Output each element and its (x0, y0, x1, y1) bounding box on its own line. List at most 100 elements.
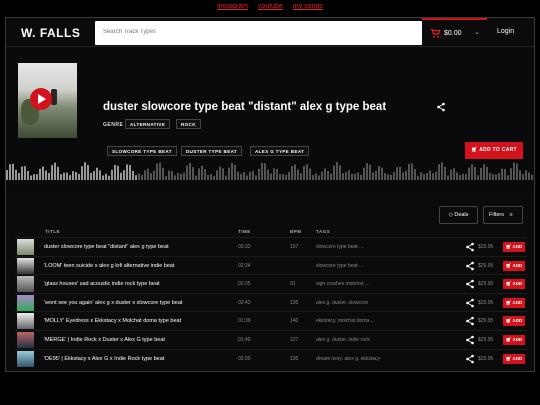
share-icon[interactable] (465, 354, 475, 364)
track-tags: alex g. duster. indie rock (316, 337, 370, 343)
track-thumbnail[interactable] (17, 294, 34, 311)
track-title[interactable]: 'glass houses' sad acoustic indie rock t… (44, 281, 160, 287)
col-time: TIME (238, 229, 251, 234)
cart-icon: 🛒︎ (505, 355, 513, 361)
filters-button[interactable]: Filters ≡ (483, 206, 523, 224)
track-time: 01:49 (238, 337, 251, 343)
track-time: 02:05 (238, 281, 251, 288)
add-button[interactable]: 🛒︎ ADD (503, 316, 525, 327)
add-label: ADD (512, 337, 523, 342)
cart-icon: 🛒︎ (505, 337, 513, 342)
track-price: $29.95 (478, 262, 494, 269)
track-price: $29.95 (478, 299, 494, 306)
share-icon[interactable] (465, 261, 475, 271)
share-icon[interactable] (465, 279, 475, 289)
add-button[interactable]: 🛒︎ ADD (503, 297, 525, 308)
share-icon[interactable] (465, 335, 475, 345)
col-tags: TAGS (316, 229, 331, 234)
share-icon[interactable] (465, 316, 475, 326)
track-thumbnail[interactable] (17, 313, 34, 330)
track-tags: sign crushes motorist ... (316, 281, 369, 288)
genre-label: GENRE (103, 122, 124, 128)
link-youtube[interactable]: youtube (258, 3, 283, 10)
track-title[interactable]: 'LOOM' teen suicide x alex g lofi altern… (44, 263, 175, 269)
track-thumbnail[interactable] (17, 239, 34, 255)
filter-icon: ≡ (509, 212, 513, 218)
track-thumbnail[interactable] (17, 276, 34, 293)
track-tags: alex g. duster. slowcore (316, 299, 369, 306)
filters-label: Filters (489, 212, 504, 218)
cart-button[interactable]: $0.00 ⌄ (422, 18, 487, 47)
track-title[interactable]: 'MOLLY' Eyedress x Ekkstacy x Molchat do… (44, 318, 181, 324)
share-icon[interactable] (436, 102, 446, 112)
add-button[interactable]: 🛒︎ ADD (503, 353, 525, 364)
track-title[interactable]: 'MERGE' | Indie Rock x Duster x Alex G t… (44, 337, 165, 343)
track-bpm: 135 (290, 299, 299, 306)
track-tags: dream ivory. alex g. ekkstacy (316, 355, 381, 362)
table-row[interactable]: 'MOLLY' Eyedress x Ekkstacy x Molchat do… (15, 311, 527, 330)
link-instagram[interactable]: instagram (217, 3, 248, 10)
tag-alex-g[interactable]: ALEX G TYPE BEAT (250, 146, 310, 156)
page: instagram youtube my songs W. FALLS $0.0… (0, 0, 540, 405)
track-time: 01:39 (238, 318, 251, 325)
track-time: 02:00 (238, 355, 251, 362)
search-input[interactable] (103, 29, 403, 35)
waveform[interactable] (6, 158, 534, 180)
genre-tag-rock[interactable]: ROCK (176, 119, 201, 129)
featured-title: duster slowcore type beat "distant" alex… (103, 101, 387, 113)
track-title[interactable]: 'DE95' | Ekkstacy x Alex G x Indie Rock … (44, 356, 164, 362)
login-link[interactable]: Login (497, 28, 514, 35)
add-button[interactable]: 🛒︎ ADD (503, 242, 525, 252)
col-bpm: BPM (290, 229, 302, 234)
add-button[interactable]: 🛒︎ ADD (503, 260, 525, 271)
cart-icon: 🛒︎ (505, 299, 513, 305)
track-time: 03:33 (238, 244, 251, 250)
track-time: 02:24 (238, 262, 251, 269)
cart-icon: 🛒︎ (505, 262, 513, 268)
tag-duster[interactable]: DUSTER TYPE BEAT (181, 146, 243, 156)
deals-button[interactable]: ◇ Deals (439, 206, 478, 224)
logo[interactable]: W. FALLS (21, 26, 80, 40)
track-time: 02:43 (238, 299, 251, 306)
track-bpm: 107 (290, 244, 299, 250)
share-icon[interactable] (465, 242, 475, 252)
add-label: ADD (512, 244, 523, 249)
top-links: instagram youtube my songs (0, 3, 540, 10)
add-label: ADD (512, 318, 523, 324)
add-to-cart-button[interactable]: 🛒︎ ADD TO CART (465, 142, 523, 159)
add-to-cart-label: ADD TO CART (479, 147, 517, 153)
track-tags: ekkstacy. molchat doma ... (316, 318, 375, 325)
table-row[interactable]: duster slowcore type beat "distant" alex… (15, 237, 527, 255)
deals-label: Deals (454, 212, 469, 218)
track-price: $29.95 (478, 281, 494, 288)
table-row[interactable]: 'wont see you again' alex g x duster x s… (15, 292, 527, 311)
table-row[interactable]: 'LOOM' teen suicide x alex g lofi altern… (15, 255, 527, 274)
track-thumbnail[interactable] (17, 332, 34, 348)
genre-tag-alternative[interactable]: ALTERNATIVE (125, 119, 171, 129)
track-title[interactable]: 'wont see you again' alex g x duster x s… (44, 300, 182, 306)
share-icon[interactable] (465, 298, 475, 308)
track-price: $29.95 (478, 244, 494, 250)
table-row[interactable]: 'glass houses' sad acoustic indie rock t… (15, 274, 527, 293)
search-box[interactable] (95, 21, 422, 45)
link-my-songs[interactable]: my songs (293, 3, 323, 10)
track-title[interactable]: duster slowcore type beat "distant" alex… (44, 244, 169, 250)
add-button[interactable]: 🛒︎ ADD (503, 279, 525, 290)
add-button[interactable]: 🛒︎ ADD (503, 335, 525, 345)
cart-icon (430, 29, 440, 38)
track-thumbnail[interactable] (17, 257, 34, 274)
add-label: ADD (512, 281, 523, 287)
track-bpm: 127 (290, 337, 299, 343)
play-button[interactable] (30, 88, 52, 110)
table-row[interactable]: 'DE95' | Ekkstacy x Alex G x Indie Rock … (15, 348, 527, 367)
track-bpm: 140 (290, 318, 299, 325)
cart-amount: $0.00 (444, 30, 462, 37)
track-thumbnail[interactable] (17, 350, 34, 367)
add-label: ADD (512, 355, 523, 361)
table-row[interactable]: 'MERGE' | Indie Rock x Duster x Alex G t… (15, 330, 527, 348)
track-price: $29.95 (478, 318, 494, 325)
tag-slowcore[interactable]: SLOWCORE TYPE BEAT (107, 146, 177, 156)
track-tags: slowcore type beat ... (316, 244, 364, 250)
add-label: ADD (512, 299, 523, 305)
track-price: $29.95 (478, 337, 494, 343)
